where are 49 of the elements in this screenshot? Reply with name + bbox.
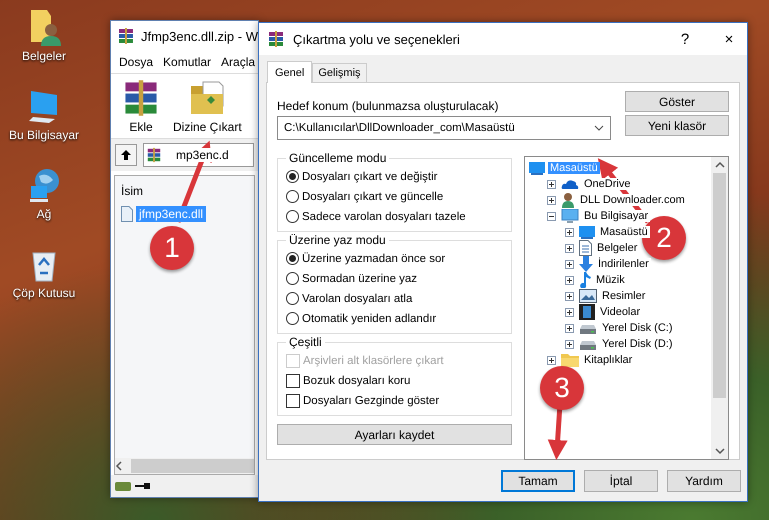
toolbar-button[interactable]: Ekle <box>119 78 163 134</box>
tree-item[interactable]: Bu Bilgisayar <box>582 210 650 222</box>
tree-item[interactable]: Kitaplıklar <box>582 354 634 366</box>
dialog-button[interactable]: Tamam <box>501 470 575 492</box>
menu-item[interactable]: Dosya <box>119 55 154 69</box>
checkbox-label[interactable]: Dosyaları Gezginde göster <box>303 394 440 406</box>
tree-item[interactable]: Yerel Disk (D:) <box>600 338 674 350</box>
tree-item[interactable]: Masaüstü <box>598 226 650 238</box>
dialog-button[interactable]: Göster <box>625 91 729 112</box>
dialog-button[interactable]: Yeni klasör <box>625 115 729 136</box>
radio-label[interactable]: Üzerine yazmadan önce sor <box>302 252 446 264</box>
desktop-icon-label[interactable]: Bu Bilgisayar <box>8 128 80 142</box>
radio-label[interactable]: Dosyaları çıkart ve güncelle <box>302 190 444 202</box>
menu-item[interactable]: Araçla <box>221 55 256 69</box>
dialog-button[interactable]: İptal <box>584 470 658 492</box>
dialog-title: Çıkartma yolu ve seçenekleri <box>293 32 460 46</box>
group-title: Güncelleme modu <box>286 151 390 165</box>
tab[interactable]: Genel <box>267 61 312 83</box>
tree-item[interactable]: OneDrive <box>582 178 632 190</box>
radio-label[interactable]: Sadece varolan dosyaları tazele <box>302 210 466 222</box>
path-field[interactable]: mp3enc.d <box>143 143 254 167</box>
tree-item[interactable]: Müzik <box>594 274 627 286</box>
checkbox-label[interactable]: Bozuk dosyaları koru <box>303 374 410 386</box>
tab[interactable]: Gelişmiş <box>312 63 367 82</box>
radio-label[interactable]: Otomatik yeniden adlandır <box>302 312 436 324</box>
tree-item[interactable]: İndirilenler <box>596 258 651 270</box>
radio-label[interactable]: Varolan dosyaları atla <box>302 292 412 304</box>
desktop-icon-label[interactable]: Belgeler <box>22 49 66 63</box>
desktop-icon-label[interactable]: Çöp Kutusu <box>12 286 76 300</box>
radio-label[interactable]: Dosyaları çıkart ve değiştir <box>302 170 438 182</box>
destination-label: Hedef konum (bulunmazsa oluşturulacak) <box>277 99 500 113</box>
radio-label[interactable]: Sormadan üzerine yaz <box>302 272 418 284</box>
window-title: Jfmp3enc.dll.zip - W <box>140 28 258 44</box>
group-title: Üzerine yaz modu <box>286 233 389 247</box>
save-settings-button[interactable]: Ayarları kaydet <box>277 424 512 445</box>
tree-item[interactable]: Resimler <box>600 290 648 302</box>
help-button[interactable]: ? <box>667 24 703 54</box>
menu-item[interactable]: Komutlar <box>163 55 212 69</box>
toolbar-button[interactable]: Dizine Çıkart <box>171 78 244 134</box>
dialog-button[interactable]: Yardım <box>667 470 741 492</box>
tree-item[interactable]: Yerel Disk (C:) <box>600 322 674 334</box>
tree-item[interactable]: DLL Downloader.com <box>578 194 687 206</box>
desktop-icon-label[interactable]: Ağ <box>36 207 52 221</box>
tree-item[interactable]: Videolar <box>598 306 642 318</box>
destination-field[interactable]: C:\Kullanıcılar\DllDownloader_com\Masaüstü <box>277 116 611 140</box>
group-title: Çeşitli <box>286 335 325 349</box>
column-header[interactable]: İsim <box>115 176 254 204</box>
tree-item[interactable]: Belgeler <box>595 242 640 254</box>
close-button[interactable]: × <box>711 24 747 54</box>
